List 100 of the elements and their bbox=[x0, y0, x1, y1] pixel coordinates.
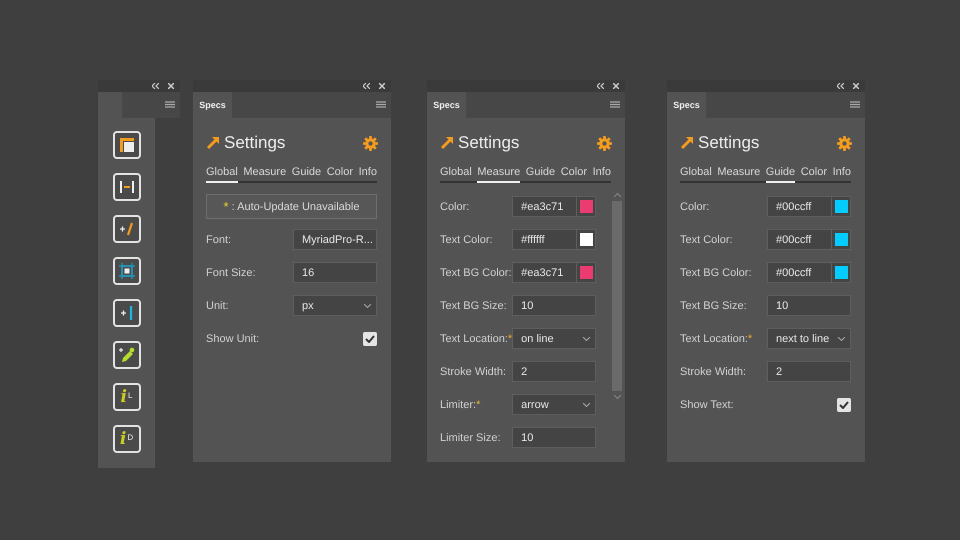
nav-tab[interactable]: Guide bbox=[766, 164, 796, 183]
add-line-tool[interactable] bbox=[112, 215, 140, 243]
status-notice: * : Auto-Update Unavailable bbox=[206, 194, 377, 219]
panel-tab[interactable]: Specs bbox=[193, 92, 232, 118]
input-field[interactable]: #ea3c71 bbox=[512, 262, 578, 283]
field-label: Color: bbox=[680, 200, 710, 212]
field-label: Text BG Color: bbox=[440, 266, 512, 278]
panel-tab[interactable]: Specs bbox=[667, 92, 706, 118]
resize-arrow-icon bbox=[206, 136, 220, 150]
field-label: Limiter Size: bbox=[440, 432, 502, 444]
panel-tab[interactable]: Specs bbox=[427, 92, 466, 118]
field-label: Text Color: bbox=[440, 234, 494, 246]
collapse-icon[interactable] bbox=[837, 83, 844, 89]
dropdown[interactable]: px bbox=[293, 295, 377, 316]
panel-title: Settings bbox=[698, 133, 760, 153]
checkbox[interactable] bbox=[363, 332, 377, 346]
plus-bar-icon bbox=[118, 305, 134, 321]
input-field[interactable]: 16 bbox=[293, 262, 377, 283]
field-label: Text BG Color: bbox=[680, 266, 753, 278]
field-label: Text Location:* bbox=[440, 332, 512, 344]
input-field[interactable]: 10 bbox=[767, 295, 851, 316]
collapse-icon[interactable] bbox=[152, 83, 159, 89]
field-label: Font: bbox=[206, 234, 232, 246]
distance-icon bbox=[118, 179, 134, 195]
color-swatch[interactable] bbox=[832, 196, 851, 217]
color-swatch[interactable] bbox=[832, 229, 851, 250]
nav-tab[interactable]: Global bbox=[206, 164, 238, 183]
collapse-icon[interactable] bbox=[597, 83, 604, 89]
nav-tab[interactable]: Info bbox=[592, 164, 611, 183]
add-guide-tool[interactable] bbox=[112, 299, 140, 327]
input-field[interactable]: 10 bbox=[512, 295, 596, 316]
field-label: Stroke Width: bbox=[680, 366, 748, 378]
settings-icon[interactable] bbox=[363, 136, 378, 150]
dropdown[interactable]: arrow bbox=[512, 394, 596, 415]
field-label: Text BG Size: bbox=[680, 300, 748, 312]
color-swatch[interactable] bbox=[577, 262, 596, 283]
input-field[interactable]: 2 bbox=[512, 361, 596, 382]
eyedropper-icon bbox=[118, 347, 134, 363]
dropdown[interactable]: on line bbox=[512, 328, 596, 349]
field-label: Limiter:* bbox=[440, 398, 482, 410]
nav-tab[interactable]: Measure bbox=[477, 164, 520, 183]
color-swatch[interactable] bbox=[577, 229, 596, 250]
field-label: Text Location:* bbox=[680, 332, 754, 344]
menu-icon[interactable] bbox=[850, 101, 860, 109]
nav-tab[interactable]: Measure bbox=[243, 164, 286, 183]
nav-tab[interactable]: Color bbox=[560, 164, 588, 183]
nav-tab[interactable]: Global bbox=[680, 164, 712, 183]
field-label: Text BG Size: bbox=[440, 300, 508, 312]
panel-title: Settings bbox=[224, 133, 286, 153]
artboard-icon bbox=[118, 137, 134, 153]
nav-tab[interactable]: Measure bbox=[717, 164, 760, 183]
chevron-down-icon bbox=[364, 304, 371, 308]
input-field[interactable]: 2 bbox=[767, 361, 851, 382]
input-field[interactable]: #00ccff bbox=[767, 196, 832, 217]
color-swatch[interactable] bbox=[832, 262, 851, 283]
menu-icon[interactable] bbox=[165, 101, 175, 109]
resize-arrow-icon bbox=[440, 136, 454, 150]
input-field[interactable]: #ffffff bbox=[512, 229, 578, 250]
input-field[interactable]: #00ccff bbox=[767, 262, 832, 283]
close-icon[interactable] bbox=[613, 83, 619, 89]
distance-tool[interactable] bbox=[112, 173, 140, 201]
settings-icon[interactable] bbox=[837, 136, 852, 150]
nav-tab[interactable]: Info bbox=[358, 164, 377, 183]
field-label: Unit: bbox=[206, 300, 230, 312]
bounds-icon bbox=[118, 263, 134, 279]
close-icon[interactable] bbox=[379, 83, 385, 89]
field-label: Show Unit: bbox=[206, 332, 260, 344]
nav-tab[interactable]: Color bbox=[326, 164, 354, 183]
resize-arrow-icon bbox=[680, 136, 694, 150]
dropdown[interactable]: next to line bbox=[767, 328, 851, 349]
collapse-icon[interactable] bbox=[363, 83, 370, 89]
menu-icon[interactable] bbox=[376, 101, 386, 109]
field-label: Stroke Width: bbox=[440, 366, 508, 378]
input-field[interactable]: #ea3c71 bbox=[512, 196, 578, 217]
input-field[interactable]: 10 bbox=[512, 427, 596, 448]
close-icon[interactable] bbox=[168, 83, 174, 89]
bounds-tool[interactable] bbox=[112, 257, 140, 285]
nav-tab[interactable]: Info bbox=[832, 164, 851, 183]
chevron-down-icon bbox=[583, 403, 590, 407]
color-swatch[interactable] bbox=[577, 196, 596, 217]
checkbox[interactable] bbox=[837, 398, 851, 412]
input-field[interactable]: MyriadPro-R... bbox=[293, 229, 377, 250]
close-icon[interactable] bbox=[853, 83, 859, 89]
field-label: Text Color: bbox=[680, 234, 734, 246]
menu-icon[interactable] bbox=[610, 101, 620, 109]
artboard-tool[interactable] bbox=[112, 131, 140, 159]
chevron-down-icon bbox=[838, 337, 845, 341]
field-label: Font Size: bbox=[206, 266, 257, 278]
eyedropper-tool[interactable] bbox=[112, 341, 140, 369]
chevron-down-icon bbox=[583, 337, 590, 341]
panel-title: Settings bbox=[458, 133, 520, 153]
nav-tab[interactable]: Guide bbox=[292, 164, 322, 183]
settings-icon[interactable] bbox=[597, 136, 612, 150]
field-label: Show Text: bbox=[680, 398, 735, 410]
nav-tab[interactable]: Guide bbox=[526, 164, 556, 183]
input-field[interactable]: #00ccff bbox=[767, 229, 832, 250]
nav-tab[interactable]: Global bbox=[440, 164, 472, 183]
nav-tab[interactable]: Color bbox=[800, 164, 828, 183]
field-label: Color: bbox=[440, 200, 470, 212]
plus-slash-icon bbox=[118, 221, 134, 237]
